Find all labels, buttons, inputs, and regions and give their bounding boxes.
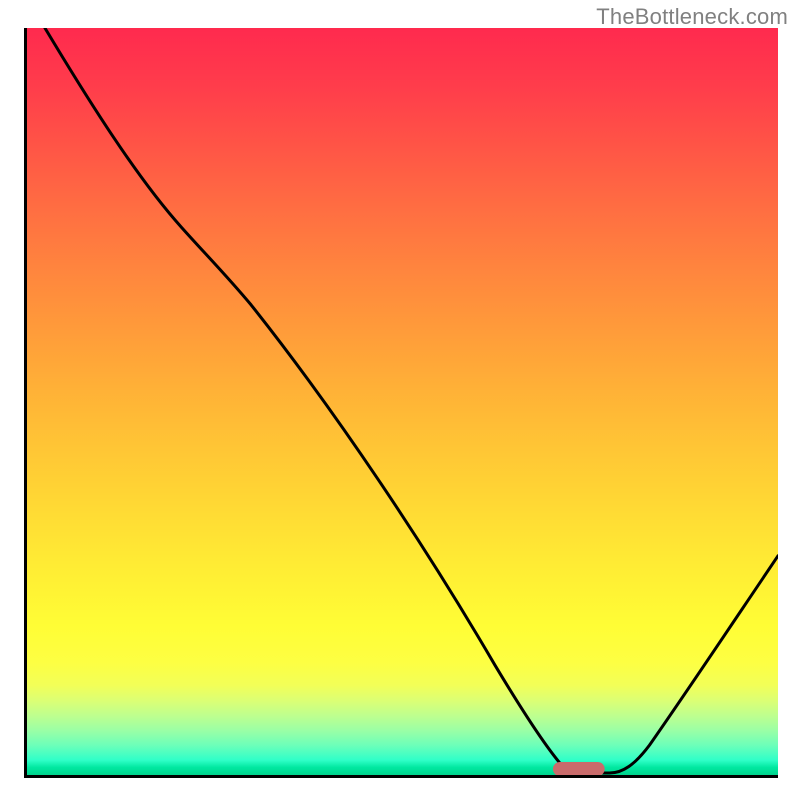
plot-area [24,28,778,778]
chart-container: TheBottleneck.com [0,0,800,800]
marker-pill [553,762,605,775]
optimal-marker [27,28,778,775]
watermark-text: TheBottleneck.com [596,4,788,30]
